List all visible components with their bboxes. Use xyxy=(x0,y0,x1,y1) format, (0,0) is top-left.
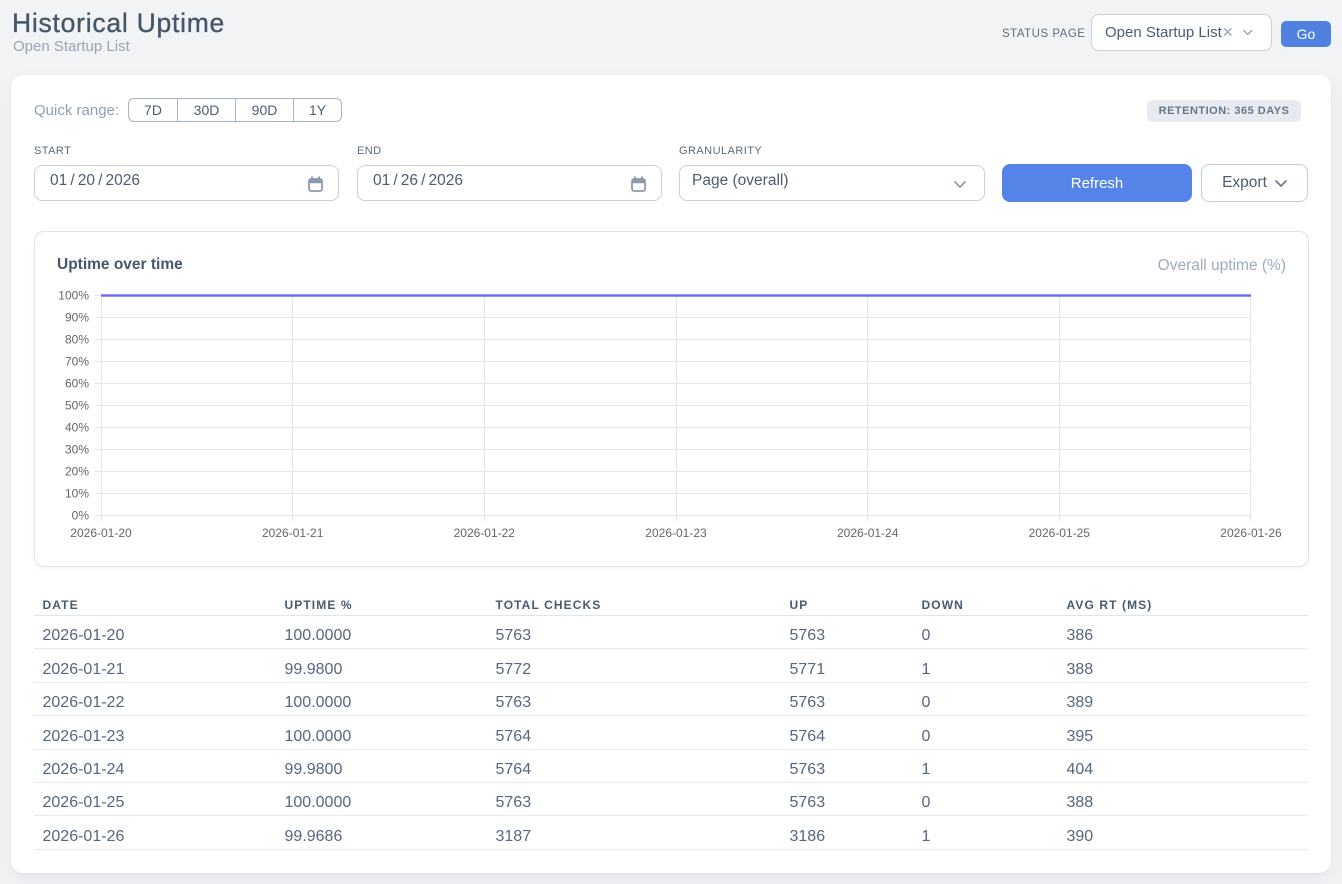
svg-text:20%: 20% xyxy=(65,465,89,479)
svg-text:10%: 10% xyxy=(65,487,89,501)
svg-text:100%: 100% xyxy=(58,289,89,303)
svg-text:2026-01-25: 2026-01-25 xyxy=(1029,526,1091,540)
svg-text:2026-01-23: 2026-01-23 xyxy=(645,526,707,540)
svg-text:2026-01-22: 2026-01-22 xyxy=(454,526,516,540)
svg-text:2026-01-21: 2026-01-21 xyxy=(262,526,324,540)
svg-text:2026-01-26: 2026-01-26 xyxy=(1220,526,1282,540)
svg-text:90%: 90% xyxy=(65,311,89,325)
svg-text:70%: 70% xyxy=(65,355,89,369)
svg-text:60%: 60% xyxy=(65,377,89,391)
svg-text:50%: 50% xyxy=(65,399,89,413)
svg-text:0%: 0% xyxy=(72,509,90,523)
svg-text:30%: 30% xyxy=(65,443,89,457)
svg-text:2026-01-24: 2026-01-24 xyxy=(837,526,899,540)
svg-text:2026-01-20: 2026-01-20 xyxy=(70,526,132,540)
svg-text:40%: 40% xyxy=(65,421,89,435)
svg-text:80%: 80% xyxy=(65,333,89,347)
